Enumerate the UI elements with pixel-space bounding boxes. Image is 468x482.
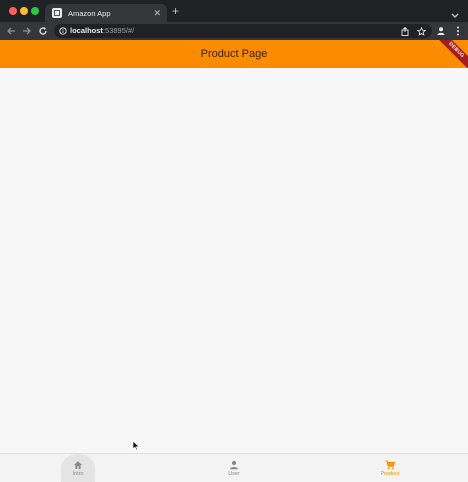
more-menu-icon[interactable] <box>452 25 464 37</box>
tab-search-icon[interactable] <box>450 7 460 18</box>
back-arrow-icon[interactable] <box>5 25 17 37</box>
person-icon <box>229 460 239 470</box>
mouse-cursor-icon <box>132 438 140 456</box>
minimize-window-button[interactable] <box>20 7 28 15</box>
browser-tab[interactable]: Amazon App ✕ <box>45 4 167 22</box>
browser-tabstrip: Amazon App ✕ + <box>0 0 468 22</box>
url-host: localhost <box>70 26 103 35</box>
tab-close-icon[interactable]: ✕ <box>153 8 161 18</box>
tab-title: Amazon App <box>68 8 111 18</box>
nav-item-product[interactable]: Product <box>312 454 468 482</box>
reload-icon[interactable] <box>37 25 49 37</box>
nav-item-intro[interactable]: Intro <box>0 454 156 482</box>
nav-label-user: User <box>228 470 240 477</box>
app-bar: Product Page DEBUG <box>0 40 468 68</box>
nav-label-product: Product <box>380 470 400 477</box>
page-title: Product Page <box>200 48 268 60</box>
cart-icon <box>385 459 395 470</box>
share-icon[interactable] <box>399 25 411 37</box>
url-text: localhost:53895/#/ <box>70 26 134 36</box>
favicon-icon <box>52 8 62 18</box>
nav-item-user[interactable]: User <box>156 454 312 482</box>
profile-avatar-icon[interactable] <box>435 25 447 37</box>
browser-toolbar: localhost:53895/#/ <box>0 22 468 40</box>
bottom-navigation-bar: Intro User Product <box>0 453 468 482</box>
site-info-icon[interactable] <box>59 27 67 35</box>
nav-label-intro: Intro <box>72 470 84 477</box>
page-content <box>0 68 468 453</box>
maximize-window-button[interactable] <box>31 7 39 15</box>
bookmark-star-icon[interactable] <box>415 25 427 37</box>
close-window-button[interactable] <box>9 7 17 15</box>
new-tab-button[interactable]: + <box>172 5 179 17</box>
url-path: :53895/#/ <box>102 26 135 35</box>
forward-arrow-icon[interactable] <box>21 25 33 37</box>
home-icon <box>73 460 83 470</box>
address-bar[interactable]: localhost:53895/#/ <box>54 24 432 38</box>
